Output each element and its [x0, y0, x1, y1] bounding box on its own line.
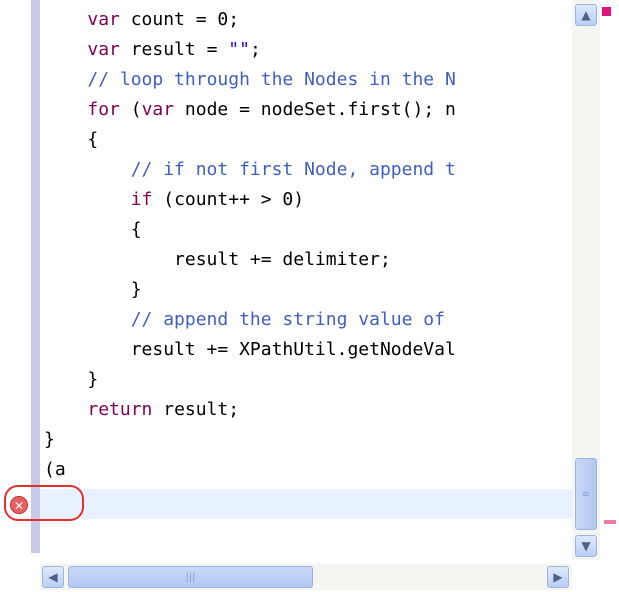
code-editor-window: var count = 0; var result = ""; // loop … — [0, 0, 619, 592]
code-token: count = 0; — [119, 9, 240, 30]
overview-ruler[interactable] — [600, 0, 619, 560]
grip-icon: ||| — [185, 571, 196, 583]
current-line-highlight — [40, 489, 572, 519]
grip-icon: ≡ — [581, 488, 591, 500]
code-token: } — [87, 369, 99, 390]
code-token: } — [44, 429, 55, 450]
vertical-scroll-thumb[interactable]: ≡ — [575, 458, 597, 530]
code-token: (a — [44, 459, 66, 480]
vertical-scrollbar[interactable]: ▲ ≡ ▼ — [572, 0, 600, 560]
keyword-token: var — [87, 9, 120, 30]
error-icon[interactable]: ✕ — [10, 496, 28, 514]
code-line[interactable]: { — [44, 125, 98, 155]
code-token: { — [87, 129, 99, 150]
error-summary-marker[interactable] — [602, 7, 611, 16]
scroll-right-button[interactable]: ▶ — [547, 566, 569, 588]
code-line[interactable]: } — [44, 275, 142, 305]
error-overview-marker[interactable] — [604, 520, 616, 524]
code-token: result += delimiter; — [174, 249, 391, 270]
code-token: ; — [249, 39, 261, 60]
keyword-token: if — [130, 189, 153, 210]
comment-token: // loop through the Nodes in the N — [87, 69, 456, 90]
comment-token: // append the string value of — [130, 309, 445, 330]
chevron-down-icon: ▼ — [581, 539, 591, 553]
code-line[interactable]: var count = 0; — [44, 5, 239, 35]
code-line[interactable]: result += delimiter; — [44, 245, 391, 275]
code-token: result; — [152, 399, 240, 420]
code-line[interactable]: if (count++ > 0) — [44, 185, 304, 215]
keyword-token: return — [87, 399, 153, 420]
scroll-down-button[interactable]: ▼ — [575, 535, 597, 557]
code-token: { — [130, 219, 142, 240]
annotation-gutter[interactable] — [8, 0, 31, 560]
code-editor[interactable]: var count = 0; var result = ""; // loop … — [4, 0, 572, 560]
string-token: "" — [228, 39, 250, 60]
code-token: result = — [119, 39, 229, 60]
comment-token: // if not first Node, append t — [130, 159, 456, 180]
chevron-right-icon: ▶ — [553, 570, 563, 584]
code-token: (count++ > 0) — [152, 189, 305, 210]
horizontal-scrollbar[interactable]: ◀ ||| ▶ — [40, 564, 572, 590]
horizontal-scroll-thumb[interactable]: ||| — [68, 566, 313, 588]
corner-spacer — [0, 560, 40, 592]
code-line[interactable]: result += XPathUtil.getNodeVal — [44, 335, 456, 365]
keyword-token: var — [141, 99, 175, 120]
keyword-token: var — [87, 39, 120, 60]
code-token: } — [130, 279, 142, 300]
code-line[interactable]: } — [44, 425, 55, 455]
code-line[interactable]: } — [44, 365, 98, 395]
line-number-ruler — [31, 0, 40, 553]
code-line[interactable]: // if not first Node, append t — [44, 155, 456, 185]
scroll-left-button[interactable]: ◀ — [42, 566, 64, 588]
code-line[interactable]: var result = ""; — [44, 35, 261, 65]
code-token: node = nodeSet.first(); n — [174, 99, 456, 120]
code-line[interactable]: { — [44, 215, 142, 245]
code-token: result += XPathUtil.getNodeVal — [130, 339, 456, 360]
code-token: ( — [119, 99, 142, 120]
chevron-up-icon: ▲ — [581, 8, 591, 22]
code-line[interactable]: (a — [44, 455, 66, 485]
code-line[interactable]: for (var node = nodeSet.first(); n — [44, 95, 456, 125]
code-line[interactable]: // append the string value of — [44, 305, 445, 335]
scroll-up-button[interactable]: ▲ — [575, 4, 597, 26]
chevron-left-icon: ◀ — [48, 570, 58, 584]
code-line[interactable]: // loop through the Nodes in the N — [44, 65, 456, 95]
code-line[interactable]: return result; — [44, 395, 239, 425]
keyword-token: for — [87, 99, 120, 120]
